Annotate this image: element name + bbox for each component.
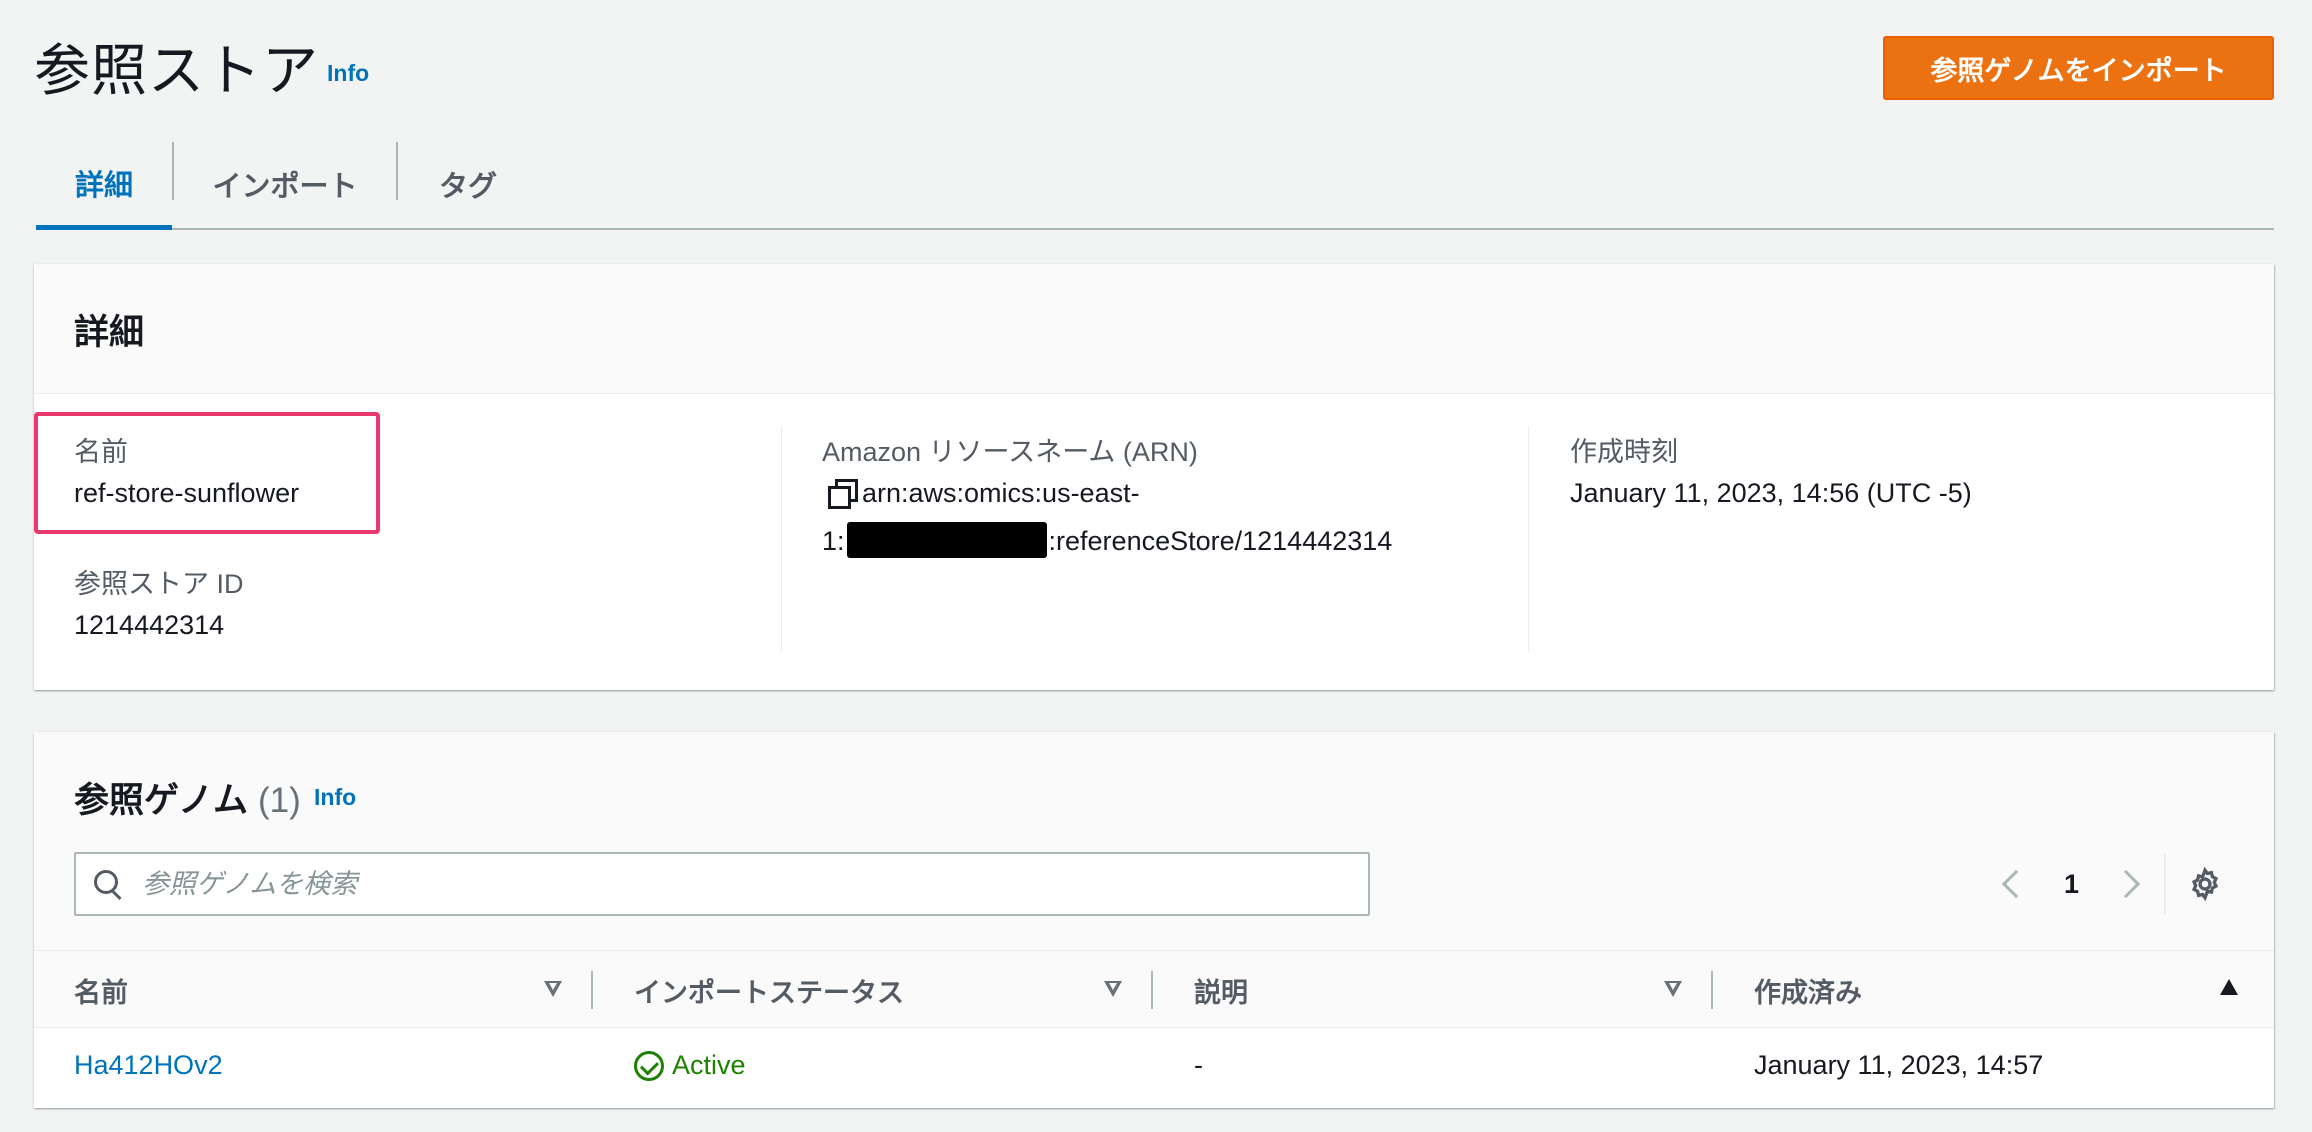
pagination-page[interactable]: 1 (2064, 854, 2079, 914)
tab-details[interactable]: 詳細 (36, 140, 172, 230)
tab-import[interactable]: インポート (174, 140, 396, 228)
sort-icon[interactable] (1664, 981, 1682, 997)
column-header-name[interactable]: 名前 (74, 971, 128, 1010)
description-cell: - (1194, 1050, 1203, 1080)
details-container: 詳細 名前 ref-store-sunflower 参照ストア ID 12144… (34, 264, 2274, 690)
arn-label: Amazon リソースネーム (ARN) (822, 437, 1198, 467)
created-value: January 11, 2023, 14:56 (UTC -5) (1570, 478, 1972, 508)
import-status-cell: Active (634, 1050, 746, 1081)
table-header-row: 名前 インポートステータス 説明 作成済み (34, 950, 2274, 1028)
created-cell: January 11, 2023, 14:57 (1754, 1050, 2044, 1080)
arn-suffix: :referenceStore/1214442314 (1048, 526, 1393, 556)
store-id-value: 1214442314 (74, 610, 225, 640)
column-header-description[interactable]: 説明 (1194, 971, 1248, 1010)
genomes-header: 参照ゲノム (1) Info 1 (34, 732, 2274, 950)
page-title: 参照ストア (34, 39, 319, 102)
check-circle-icon (634, 1050, 664, 1081)
details-header: 詳細 (34, 264, 2274, 394)
arn-prefix: 1: (822, 526, 845, 556)
name-value: ref-store-sunflower (74, 478, 300, 508)
arn-text-line1: arn:aws:omics:us-east- (862, 478, 1140, 508)
tab-bar: 詳細 インポート タグ (36, 140, 2274, 230)
name-label: 名前 (74, 437, 128, 467)
created-label: 作成時刻 (1570, 437, 1678, 467)
column-resizer[interactable] (1151, 971, 1153, 1009)
genomes-info-link[interactable]: Info (314, 784, 356, 811)
page-number[interactable]: 1 (2064, 869, 2079, 900)
pagination-prev[interactable] (2001, 854, 2031, 914)
status-text: Active (672, 1050, 746, 1080)
sort-icon[interactable] (2220, 979, 2238, 995)
table-row: Ha412HOv2 Active - January 11, 2023, 14:… (34, 1028, 2274, 1108)
page: 参照ストア Info 参照ゲノムをインポート 詳細 インポート タグ 詳細 名前… (0, 0, 2312, 1132)
import-reference-genome-button[interactable]: 参照ゲノムをインポート (1883, 36, 2274, 100)
search-box (74, 852, 1370, 916)
sort-icon[interactable] (544, 981, 562, 997)
column-header-import-status[interactable]: インポートステータス (634, 971, 904, 1010)
column-resizer[interactable] (591, 971, 593, 1009)
column-header-created[interactable]: 作成済み (1754, 971, 1862, 1010)
chevron-right-icon[interactable] (2111, 869, 2141, 899)
genome-name-cell: Ha412HOv2 (74, 1050, 223, 1081)
chevron-left-icon[interactable] (2001, 869, 2031, 899)
gear-icon[interactable] (2187, 866, 2223, 902)
details-heading: 詳細 (74, 313, 145, 352)
column-divider (1528, 426, 1529, 652)
search-icon (94, 870, 124, 900)
search-input[interactable] (142, 854, 1342, 914)
column-resizer[interactable] (1711, 971, 1713, 1009)
arn-value-line1: arn:aws:omics:us-east- (828, 478, 1140, 509)
pagination-next[interactable] (2111, 854, 2141, 914)
title-info-link[interactable]: Info (327, 60, 369, 87)
genome-name-link[interactable]: Ha412HOv2 (74, 1050, 223, 1080)
genomes-heading-text: 参照ゲノム (74, 781, 248, 820)
sort-icon[interactable] (1104, 981, 1122, 997)
genomes-heading: 参照ゲノム (1) (74, 772, 301, 823)
copy-icon[interactable] (828, 479, 858, 509)
reference-genomes-container: 参照ゲノム (1) Info 1 名前 (34, 732, 2274, 1108)
pagination-divider (2164, 854, 2166, 914)
tab-tags[interactable]: タグ (398, 140, 538, 228)
column-divider (781, 426, 782, 652)
store-id-label: 参照ストア ID (74, 569, 244, 599)
arn-value-line2: 1: :referenceStore/1214442314 (822, 522, 1392, 558)
redacted-account-id (846, 522, 1047, 558)
genomes-count: (1) (257, 781, 301, 820)
